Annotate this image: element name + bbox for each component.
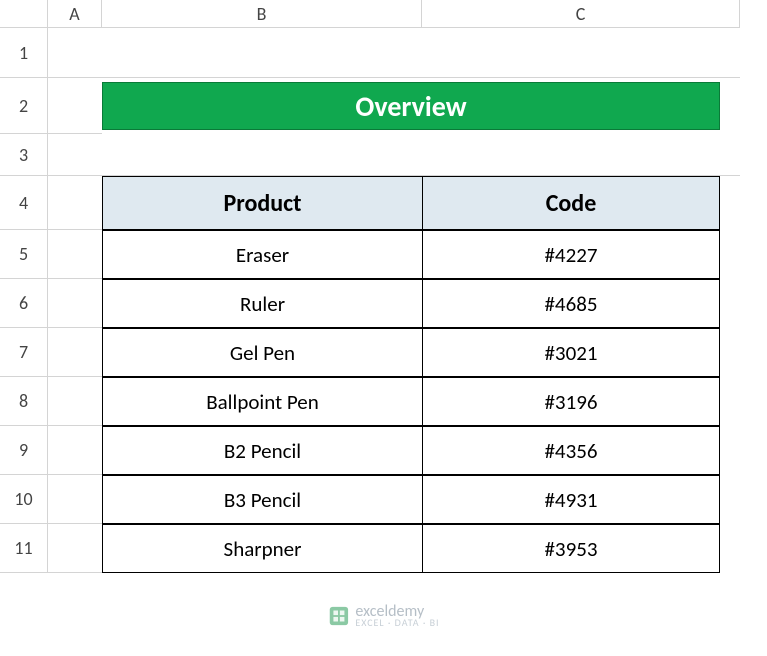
row-header-11[interactable]: 11 bbox=[0, 524, 48, 573]
col-header-a[interactable]: A bbox=[48, 0, 102, 28]
cell-a6[interactable] bbox=[48, 279, 102, 328]
cell-a5[interactable] bbox=[48, 230, 102, 279]
table-row[interactable]: #3953 bbox=[422, 524, 720, 573]
row-header-1[interactable]: 1 bbox=[0, 28, 48, 78]
watermark: exceldemy EXCEL · DATA · BI bbox=[327, 604, 439, 628]
cell-a10[interactable] bbox=[48, 475, 102, 524]
row-header-10[interactable]: 10 bbox=[0, 475, 48, 524]
cell-a9[interactable] bbox=[48, 426, 102, 475]
exceldemy-icon bbox=[327, 605, 349, 627]
table-row[interactable]: B3 Pencil bbox=[102, 475, 422, 524]
row-header-4[interactable]: 4 bbox=[0, 176, 48, 230]
table-header-product[interactable]: Product bbox=[102, 176, 422, 230]
spreadsheet-grid: A B C 1 2 Overview 3 4 Product Code 5 Er… bbox=[0, 0, 767, 573]
col-header-b[interactable]: B bbox=[102, 0, 422, 28]
row-header-6[interactable]: 6 bbox=[0, 279, 48, 328]
table-row[interactable]: Eraser bbox=[102, 230, 422, 279]
row-header-5[interactable]: 5 bbox=[0, 230, 48, 279]
table-row[interactable]: #4685 bbox=[422, 279, 720, 328]
table-row[interactable]: #3021 bbox=[422, 328, 720, 377]
row-header-7[interactable]: 7 bbox=[0, 328, 48, 377]
cell-b3[interactable] bbox=[102, 134, 422, 176]
watermark-tagline: EXCEL · DATA · BI bbox=[355, 618, 439, 628]
cell-a4[interactable] bbox=[48, 176, 102, 230]
table-header-code[interactable]: Code bbox=[422, 176, 720, 230]
table-row[interactable]: Gel Pen bbox=[102, 328, 422, 377]
table-row[interactable]: #4356 bbox=[422, 426, 720, 475]
cell-a11[interactable] bbox=[48, 524, 102, 573]
cell-a7[interactable] bbox=[48, 328, 102, 377]
cell-a2[interactable] bbox=[48, 78, 102, 134]
corner-cell[interactable] bbox=[0, 0, 48, 28]
col-header-c[interactable]: C bbox=[422, 0, 740, 28]
table-row[interactable]: Ruler bbox=[102, 279, 422, 328]
cell-c3[interactable] bbox=[422, 134, 740, 176]
cell-a1[interactable] bbox=[48, 28, 102, 78]
table-row[interactable]: #4931 bbox=[422, 475, 720, 524]
table-row[interactable]: B2 Pencil bbox=[102, 426, 422, 475]
cell-a3[interactable] bbox=[48, 134, 102, 176]
table-row[interactable]: #3196 bbox=[422, 377, 720, 426]
row-header-9[interactable]: 9 bbox=[0, 426, 48, 475]
cell-c1[interactable] bbox=[422, 28, 740, 78]
cell-b1[interactable] bbox=[102, 28, 422, 78]
cell-a8[interactable] bbox=[48, 377, 102, 426]
table-row[interactable]: #4227 bbox=[422, 230, 720, 279]
table-row[interactable]: Sharpner bbox=[102, 524, 422, 573]
row-header-3[interactable]: 3 bbox=[0, 134, 48, 176]
row-header-8[interactable]: 8 bbox=[0, 377, 48, 426]
overview-banner[interactable]: Overview bbox=[102, 82, 720, 130]
table-row[interactable]: Ballpoint Pen bbox=[102, 377, 422, 426]
row-header-2[interactable]: 2 bbox=[0, 78, 48, 134]
